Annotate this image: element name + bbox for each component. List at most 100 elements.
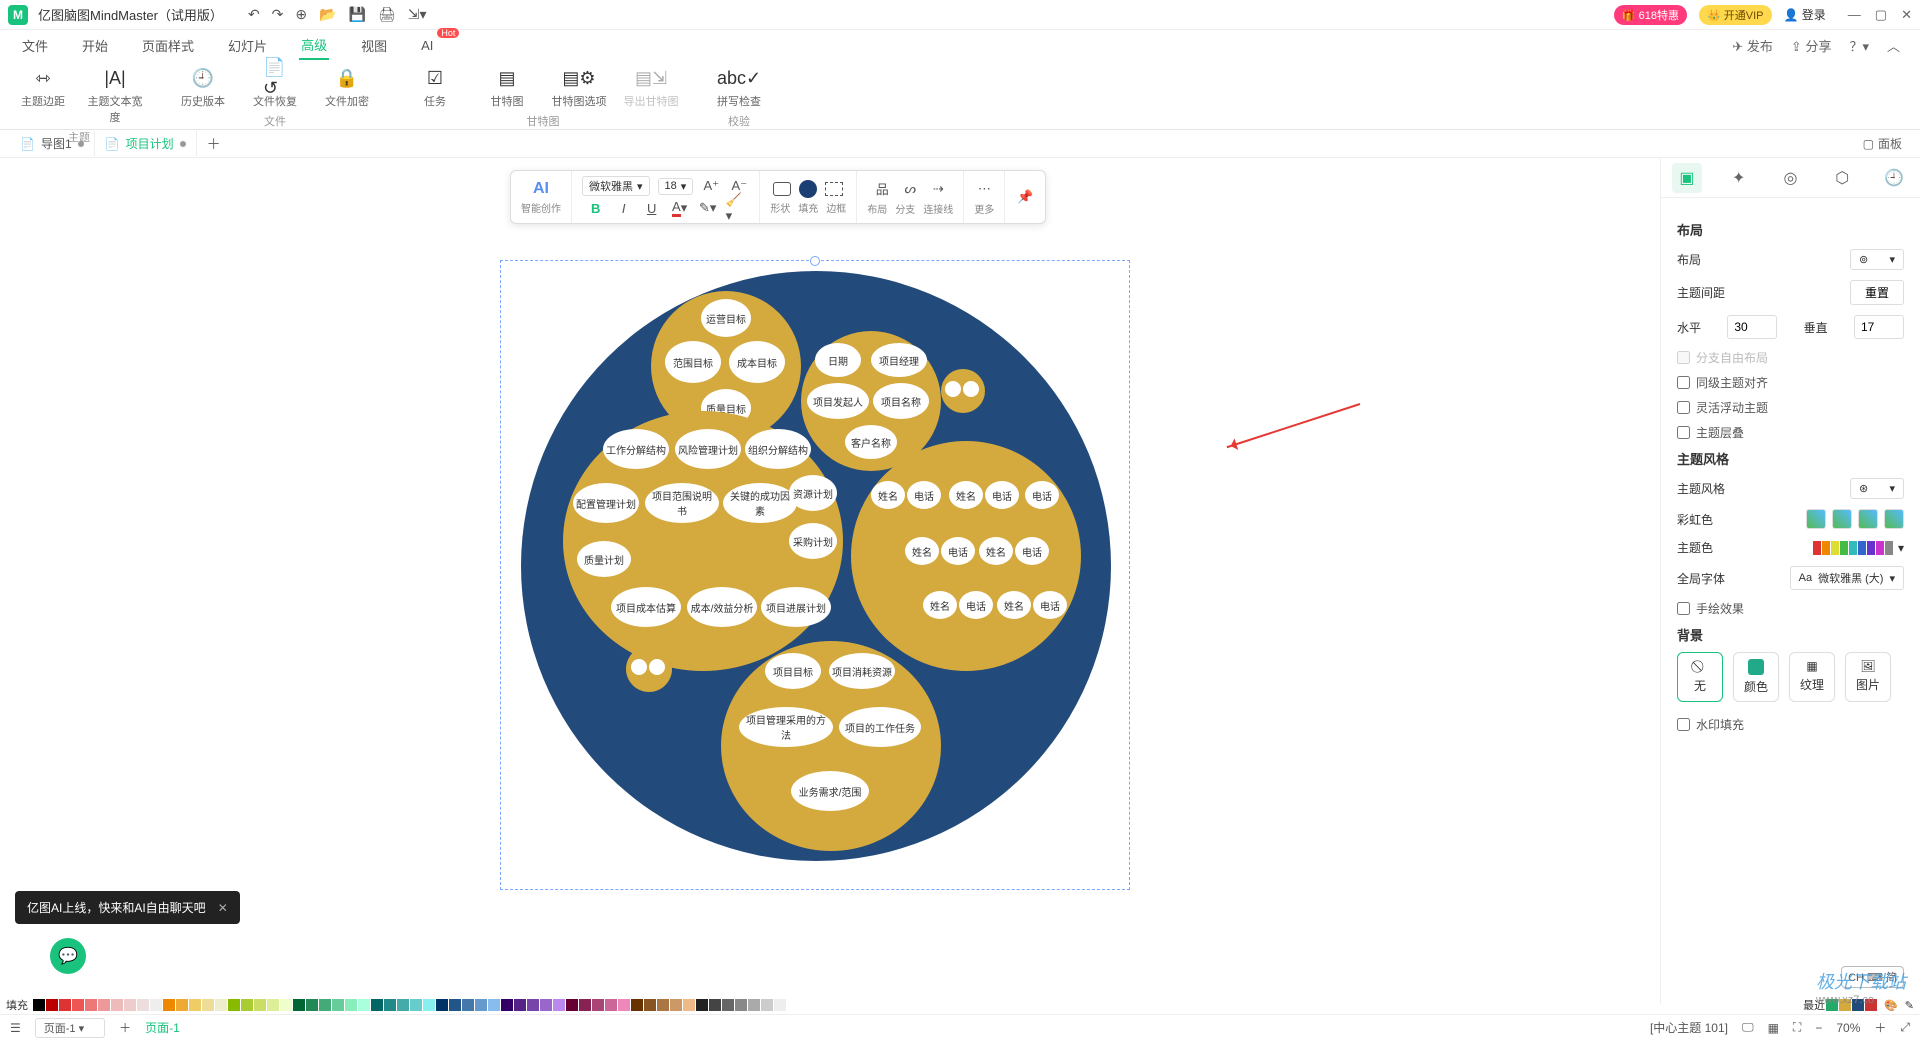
node[interactable]: 客户名称 — [845, 425, 897, 459]
bg-texture-option[interactable]: ▦纹理 — [1789, 652, 1835, 702]
undo-icon[interactable]: ↶ — [248, 6, 260, 23]
theme-style-select[interactable]: ⊛▾ — [1850, 478, 1904, 499]
font-family-select[interactable]: 微软雅黑 ▾ — [582, 176, 650, 196]
node[interactable]: 电话 — [941, 537, 975, 565]
node[interactable]: 工作分解结构 — [603, 429, 669, 469]
view-icon-1[interactable]: 🖵 — [1742, 1020, 1754, 1035]
panel-tab-history-icon[interactable]: 🕘 — [1879, 163, 1909, 193]
node[interactable]: 资源计划 — [789, 475, 837, 511]
underline-icon[interactable]: U — [642, 198, 662, 218]
menu-advanced[interactable]: 高级 — [299, 31, 329, 60]
view-icon-2[interactable]: ▦ — [1768, 1021, 1779, 1035]
panel-tab-icon-icon[interactable]: ⬡ — [1827, 163, 1857, 193]
highlight-icon[interactable]: ✎▾ — [698, 198, 718, 218]
maximize-icon[interactable]: ▢ — [1875, 7, 1887, 23]
close-window-icon[interactable]: ✕ — [1901, 7, 1912, 23]
node[interactable]: 项目成本估算 — [611, 587, 681, 627]
fit-icon[interactable]: ⛶ — [1793, 1020, 1801, 1035]
open-vip-button[interactable]: 👑 开通VIP — [1699, 5, 1771, 25]
pin-icon[interactable]: 📌 — [1015, 187, 1035, 207]
node[interactable]: 姓名 — [871, 481, 905, 509]
ai-fab-button[interactable]: 💬 — [50, 938, 86, 974]
node[interactable]: 采购计划 — [789, 523, 837, 559]
canvas[interactable]: AI智能创作 微软雅黑 ▾ 18 ▾ A⁺ A⁻ B I U A▾ ✎▾ 🧹▾ — [0, 158, 1660, 1004]
node[interactable]: 运营目标 — [701, 299, 751, 337]
menu-ai[interactable]: AIHot — [419, 34, 435, 57]
add-tab-button[interactable]: ＋ — [197, 130, 231, 158]
font-size-select[interactable]: 18 ▾ — [658, 178, 694, 195]
node[interactable]: 组织分解结构 — [745, 429, 811, 469]
node[interactable]: 风险管理计划 — [675, 429, 741, 469]
menu-page-style[interactable]: 页面样式 — [140, 32, 196, 59]
node[interactable]: 姓名 — [905, 537, 939, 565]
node-empty[interactable] — [649, 659, 665, 675]
save-icon[interactable]: 💾 — [349, 6, 366, 23]
node-empty[interactable] — [945, 381, 961, 397]
more-icon[interactable]: ⋯ — [974, 179, 994, 199]
spell-check-button[interactable]: abc✓拼写检查 — [710, 66, 768, 109]
zoom-out-icon[interactable]: − — [1815, 1021, 1822, 1035]
topic-stack-checkbox[interactable]: 主题层叠 — [1677, 424, 1904, 441]
doc-tab-2[interactable]: 📄 项目计划 — [95, 131, 197, 156]
reset-spacing-button[interactable]: 重置 — [1850, 280, 1904, 305]
theme-color-picker[interactable]: ▾ — [1813, 541, 1904, 555]
menu-slideshow[interactable]: 幻灯片 — [226, 32, 269, 59]
node[interactable]: 配置管理计划 — [573, 483, 639, 523]
page-select[interactable]: 页面-1 ▾ — [35, 1018, 105, 1038]
panel-toggle[interactable]: ▢ 面板 — [1855, 135, 1910, 152]
collapse-ribbon-icon[interactable]: ︿ — [1887, 36, 1900, 55]
node[interactable]: 项目名称 — [873, 383, 929, 419]
export-gantt-button[interactable]: ▤⇲导出甘特图 — [622, 66, 680, 109]
menu-file[interactable]: 文件 — [20, 32, 50, 59]
vertical-spacing-input[interactable] — [1854, 315, 1904, 339]
connector-icon[interactable]: ⇢ — [928, 179, 948, 199]
task-button[interactable]: ☑任务 — [406, 66, 464, 109]
add-page-icon[interactable]: ＋ — [119, 1019, 131, 1036]
font-increase-icon[interactable]: A⁺ — [701, 176, 721, 196]
selection-box[interactable]: 运营目标 范围目标 成本目标 质量目标 日期 项目经理 项目发起人 项目名称 客… — [500, 260, 1130, 890]
redo-icon[interactable]: ↷ — [272, 6, 284, 23]
print-icon[interactable]: 🖨 — [378, 6, 396, 23]
eyedropper-icon[interactable]: ✎ — [1905, 999, 1914, 1012]
minimize-icon[interactable]: — — [1848, 7, 1861, 23]
file-encrypt-button[interactable]: 🔒文件加密 — [318, 66, 376, 109]
branch-icon[interactable]: ᔕ — [900, 179, 920, 199]
clear-format-icon[interactable]: 🧹▾ — [726, 198, 746, 218]
close-toast-icon[interactable]: ✕ — [218, 901, 228, 915]
node[interactable]: 质量计划 — [577, 541, 631, 577]
font-color-icon[interactable]: A▾ — [670, 198, 690, 218]
file-restore-button[interactable]: 📄↺文件恢复 — [246, 66, 304, 109]
layout-type-select[interactable]: ⊚▾ — [1850, 249, 1904, 270]
zoom-in-icon[interactable]: ＋ — [1874, 1019, 1886, 1036]
gantt-options-button[interactable]: ▤⚙甘特图选项 — [550, 66, 608, 109]
node[interactable]: 电话 — [907, 481, 941, 509]
float-topic-checkbox[interactable]: 灵活浮动主题 — [1677, 399, 1904, 416]
fill-icon[interactable] — [799, 180, 817, 198]
rainbow-presets[interactable] — [1806, 509, 1904, 529]
shape-icon[interactable] — [773, 182, 791, 196]
history-button[interactable]: 🕘历史版本 — [174, 66, 232, 109]
page-tab[interactable]: 页面-1 — [145, 1019, 180, 1036]
node[interactable]: 电话 — [1015, 537, 1049, 565]
export-icon[interactable]: ⇲▾ — [408, 6, 427, 23]
panel-tab-style-icon[interactable]: ✦ — [1724, 163, 1754, 193]
hand-drawn-checkbox[interactable]: 手绘效果 — [1677, 600, 1904, 617]
promo-618-badge[interactable]: 🎁 618特惠 — [1614, 5, 1687, 25]
node[interactable]: 电话 — [959, 591, 993, 619]
bg-none-option[interactable]: ⃠无 — [1677, 652, 1723, 702]
node[interactable]: 成本/效益分析 — [687, 587, 757, 627]
gantt-button[interactable]: ▤甘特图 — [478, 66, 536, 109]
node[interactable]: 项目进展计划 — [761, 587, 831, 627]
node[interactable]: 姓名 — [997, 591, 1031, 619]
mindmap-root[interactable]: 运营目标 范围目标 成本目标 质量目标 日期 项目经理 项目发起人 项目名称 客… — [521, 271, 1111, 861]
login-link[interactable]: 👤 登录 — [1784, 6, 1826, 23]
italic-icon[interactable]: I — [614, 198, 634, 218]
node[interactable]: 姓名 — [949, 481, 983, 509]
panel-tab-layout-icon[interactable]: ▣ — [1672, 163, 1702, 193]
node[interactable]: 关键的成功因素 — [723, 483, 797, 523]
menu-start[interactable]: 开始 — [80, 32, 110, 59]
doc-tab-1[interactable]: 📄 导图1 — [10, 131, 95, 156]
node[interactable]: 项目发起人 — [807, 383, 869, 419]
bg-image-option[interactable]: 🖼图片 — [1845, 652, 1891, 702]
node[interactable]: 电话 — [1033, 591, 1067, 619]
